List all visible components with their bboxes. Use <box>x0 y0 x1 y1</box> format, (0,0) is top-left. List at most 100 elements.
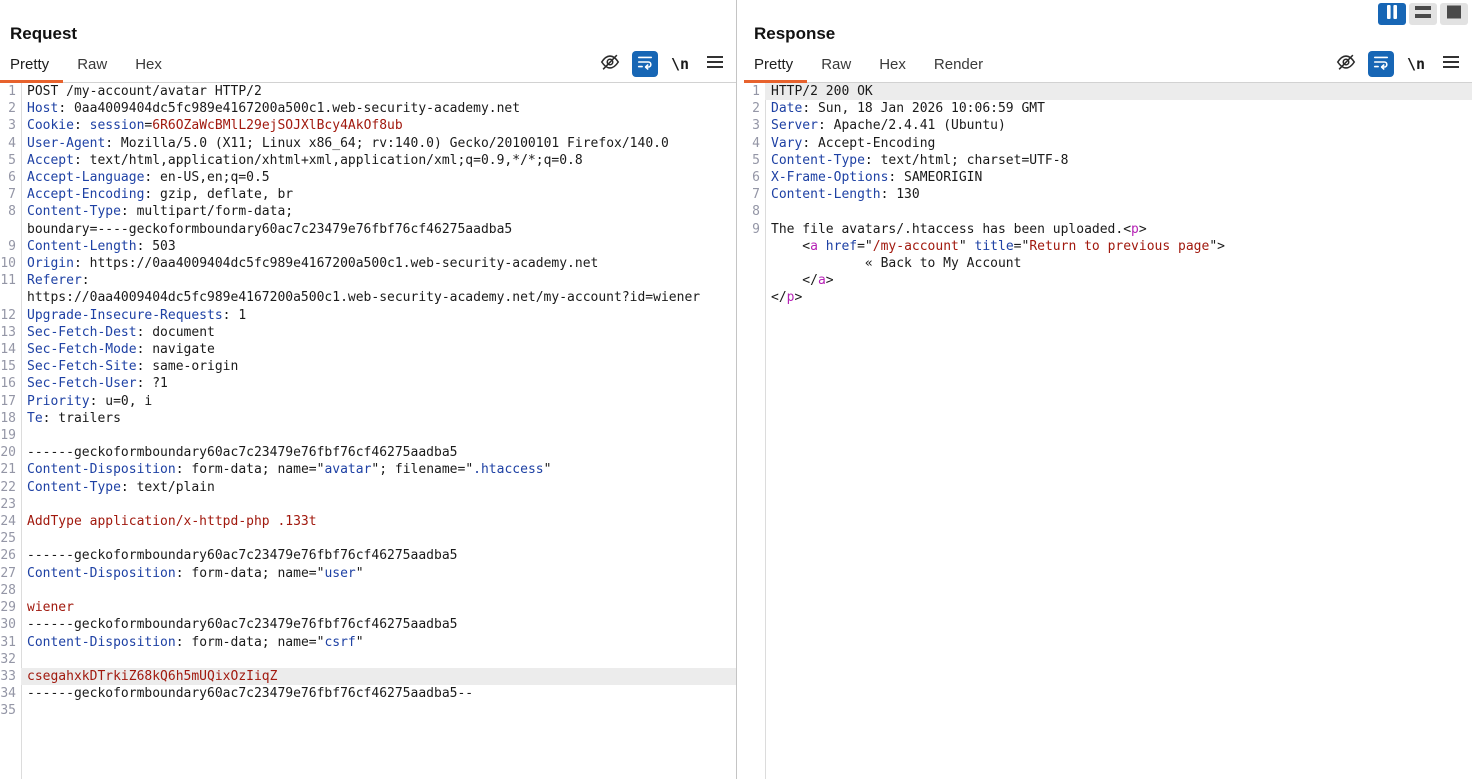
tab-pretty[interactable]: Pretty <box>0 50 63 83</box>
line-number: 7 <box>744 186 765 203</box>
code-line[interactable]: 22Content-Type: text/plain <box>0 479 736 496</box>
code-line[interactable]: 10Origin: https://0aa4009404dc5fc989e416… <box>0 255 736 272</box>
code-line[interactable]: 12Upgrade-Insecure-Requests: 1 <box>0 307 736 324</box>
visibility-toggle-button[interactable] <box>1333 51 1359 77</box>
code-line[interactable]: 2Date: Sun, 18 Jan 2026 10:06:59 GMT <box>744 100 1472 117</box>
code-line[interactable]: 15Sec-Fetch-Site: same-origin <box>0 358 736 375</box>
tab-pretty[interactable]: Pretty <box>744 50 807 83</box>
code-line[interactable]: 23 <box>0 496 736 513</box>
code-line[interactable]: 8 <box>744 203 1472 220</box>
tab-raw[interactable]: Raw <box>63 50 121 83</box>
code-line[interactable]: 34------geckoformboundary60ac7c23479e76f… <box>0 685 736 702</box>
response-editor[interactable]: 1HTTP/2 200 OK2Date: Sun, 18 Jan 2026 10… <box>744 83 1472 779</box>
code-line[interactable]: 7Content-Length: 130 <box>744 186 1472 203</box>
plain-text: ------geckoformboundary60ac7c23479e76fbf… <box>27 445 457 460</box>
code-line[interactable]: 31Content-Disposition: form-data; name="… <box>0 634 736 651</box>
line-number: 27 <box>0 565 21 582</box>
code-line[interactable]: 7Accept-Encoding: gzip, deflate, br <box>0 186 736 203</box>
code-line[interactable]: 3Server: Apache/2.4.41 (Ubuntu) <box>744 117 1472 134</box>
code-line[interactable]: 2Host: 0aa4009404dc5fc989e4167200a500c1.… <box>0 100 736 117</box>
line-number: 30 <box>0 616 21 633</box>
code-line[interactable]: 1POST /my-account/avatar HTTP/2 <box>0 83 736 100</box>
code-line[interactable]: 33csegahxkDTrkiZ68kQ6h5mUQixOzIiqZ <box>0 668 736 685</box>
wrap-toggle-button[interactable] <box>1368 51 1394 77</box>
code-line[interactable]: 25 <box>0 530 736 547</box>
code-line[interactable]: 3Cookie: session=6R6OZaWcBMlL29ejSOJXlBc… <box>0 117 736 134</box>
code-line[interactable]: 20------geckoformboundary60ac7c23479e76f… <box>0 444 736 461</box>
tab-raw[interactable]: Raw <box>807 50 865 83</box>
layout-columns-button[interactable] <box>1378 3 1406 25</box>
code-line[interactable]: 4User-Agent: Mozilla/5.0 (X11; Linux x86… <box>0 135 736 152</box>
plain-text: : 503 <box>137 239 176 254</box>
wrap-toggle-button[interactable] <box>632 51 658 77</box>
code-line[interactable]: 26------geckoformboundary60ac7c23479e76f… <box>0 547 736 564</box>
code-line[interactable]: 9Content-Length: 503 <box>0 238 736 255</box>
header-name: Accept-Encoding <box>27 187 144 202</box>
newline-toggle-button[interactable]: \n <box>667 51 693 77</box>
line-content: Content-Disposition: form-data; name="av… <box>21 461 736 478</box>
line-number <box>744 238 765 255</box>
code-line[interactable]: 13Sec-Fetch-Dest: document <box>0 324 736 341</box>
tab-hex[interactable]: Hex <box>121 50 176 83</box>
code-line[interactable]: « Back to My Account <box>744 255 1472 272</box>
response-panel: Response PrettyRawHexRender <box>744 0 1472 779</box>
code-line[interactable]: 28 <box>0 582 736 599</box>
header-name: Date <box>771 101 802 116</box>
line-content: Content-Disposition: form-data; name="us… <box>21 565 736 582</box>
code-line[interactable]: 14Sec-Fetch-Mode: navigate <box>0 341 736 358</box>
visibility-toggle-button[interactable] <box>597 51 623 77</box>
square-icon <box>1441 1 1467 28</box>
plain-text: « Back to My Account <box>771 256 1021 271</box>
line-number: 32 <box>0 651 21 668</box>
code-line[interactable]: 21Content-Disposition: form-data; name="… <box>0 461 736 478</box>
code-line[interactable]: </p> <box>744 289 1472 306</box>
layout-single-button[interactable] <box>1440 3 1468 25</box>
code-line[interactable]: 30------geckoformboundary60ac7c23479e76f… <box>0 616 736 633</box>
tab-hex[interactable]: Hex <box>865 50 920 83</box>
code-line[interactable]: 29wiener <box>0 599 736 616</box>
code-line[interactable]: 5Content-Type: text/html; charset=UTF-8 <box>744 152 1472 169</box>
editor-menu-button[interactable] <box>1438 51 1464 77</box>
code-line[interactable]: 27Content-Disposition: form-data; name="… <box>0 565 736 582</box>
line-number: 29 <box>0 599 21 616</box>
header-name: Priority <box>27 394 90 409</box>
code-line[interactable]: </a> <box>744 272 1472 289</box>
code-line[interactable]: 6Accept-Language: en-US,en;q=0.5 <box>0 169 736 186</box>
plain-text: : ?1 <box>137 376 168 391</box>
code-line[interactable]: 32 <box>0 651 736 668</box>
code-line[interactable]: 6X-Frame-Options: SAMEORIGIN <box>744 169 1472 186</box>
wrap-text-icon <box>1371 52 1391 77</box>
plain-text: : navigate <box>137 342 215 357</box>
code-line[interactable]: 1HTTP/2 200 OK <box>744 83 1472 100</box>
plain-text: : trailers <box>43 411 121 426</box>
tab-render[interactable]: Render <box>920 50 997 83</box>
value-text: AddType application/x-httpd-php .133t <box>27 514 317 529</box>
request-editor[interactable]: 1POST /my-account/avatar HTTP/22Host: 0a… <box>0 83 736 779</box>
eye-slash-icon <box>1335 51 1357 78</box>
plain-text: > <box>826 273 834 288</box>
line-content: HTTP/2 200 OK <box>765 83 1472 100</box>
line-content: Priority: u=0, i <box>21 393 736 410</box>
editor-menu-button[interactable] <box>702 51 728 77</box>
line-content: https://0aa4009404dc5fc989e4167200a500c1… <box>21 289 736 306</box>
code-line[interactable]: 24AddType application/x-httpd-php .133t <box>0 513 736 530</box>
header-name: User-Agent <box>27 136 105 151</box>
code-line[interactable]: 16Sec-Fetch-User: ?1 <box>0 375 736 392</box>
code-line[interactable]: 11Referer: <box>0 272 736 289</box>
code-line[interactable]: 5Accept: text/html,application/xhtml+xml… <box>0 152 736 169</box>
code-line[interactable]: https://0aa4009404dc5fc989e4167200a500c1… <box>0 289 736 306</box>
code-line[interactable]: 35 <box>0 702 736 719</box>
code-line[interactable]: 19 <box>0 427 736 444</box>
code-line[interactable]: 17Priority: u=0, i <box>0 393 736 410</box>
code-line[interactable]: 8Content-Type: multipart/form-data; <box>0 203 736 220</box>
code-line[interactable]: 4Vary: Accept-Encoding <box>744 135 1472 152</box>
line-content: Content-Disposition: form-data; name="cs… <box>21 634 736 651</box>
plain-text: : gzip, deflate, br <box>144 187 293 202</box>
layout-stacked-button[interactable] <box>1409 3 1437 25</box>
code-line[interactable]: 18Te: trailers <box>0 410 736 427</box>
newline-icon: \n <box>1407 55 1425 73</box>
newline-toggle-button[interactable]: \n <box>1403 51 1429 77</box>
code-line[interactable]: <a href="/my-account" title="Return to p… <box>744 238 1472 255</box>
code-line[interactable]: boundary=----geckoformboundary60ac7c2347… <box>0 221 736 238</box>
code-line[interactable]: 9The file avatars/.htaccess has been upl… <box>744 221 1472 238</box>
